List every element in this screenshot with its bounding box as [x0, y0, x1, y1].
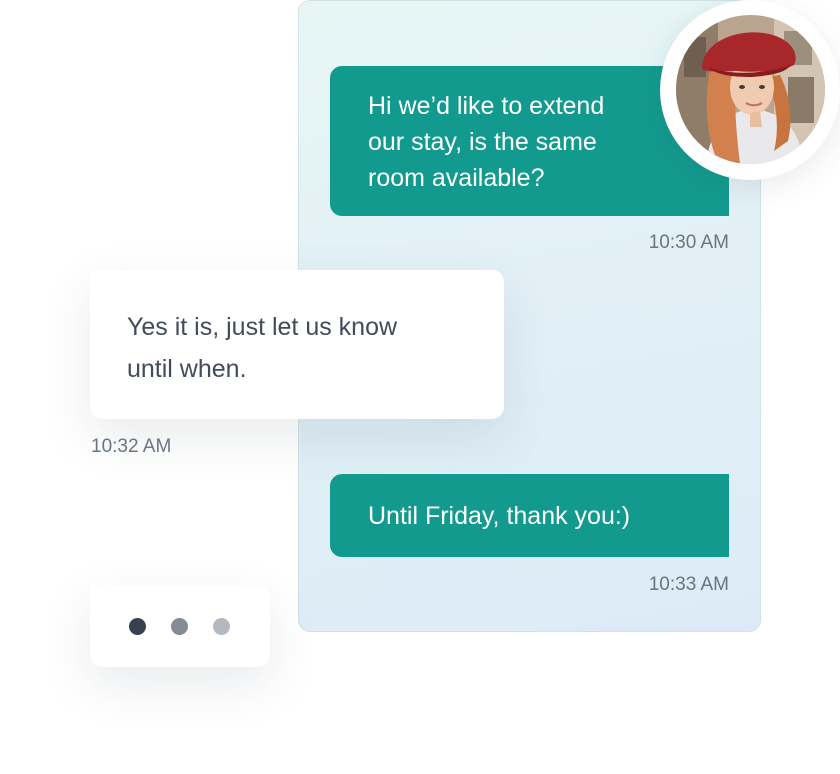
- message-text-line: until when.: [127, 355, 247, 383]
- outgoing-message-bubble: Until Friday, thank you:): [330, 474, 729, 557]
- message-text-line: Yes it is, just let us know: [127, 313, 398, 341]
- message-text-line: Until Friday, thank you:): [368, 502, 631, 530]
- user-avatar-photo: [676, 15, 825, 164]
- typing-indicator: [90, 585, 270, 667]
- avatar-illustration: [676, 15, 825, 164]
- message-timestamp: 10:32 AM: [91, 436, 172, 457]
- message-timestamp: 10:33 AM: [648, 574, 729, 595]
- typing-dot: [171, 618, 188, 635]
- typing-dot: [129, 618, 146, 635]
- message-text-line: room available?: [368, 164, 545, 192]
- incoming-message-bubble: Yes it is, just let us know until when.: [90, 270, 504, 419]
- message-timestamp: 10:30 AM: [648, 232, 729, 253]
- typing-dot: [213, 618, 230, 635]
